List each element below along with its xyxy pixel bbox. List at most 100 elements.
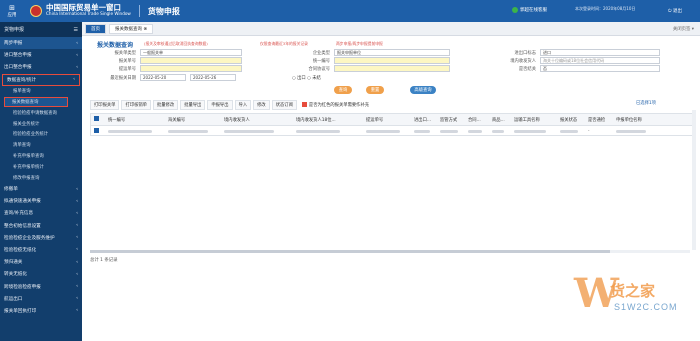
query-form: 报关数据查询 (报关及审核通过后取消回执查询数据) 仅限查询最近3年的报关记录 …: [90, 40, 695, 96]
brand-subtitle: China International Trade Single Window: [46, 11, 131, 16]
form-hint: (报关及审核通过后取消回执查询数据): [144, 41, 208, 46]
col-header[interactable]: 申报单位名称: [613, 117, 653, 123]
online-service-label: 郭超在线客服: [520, 8, 547, 13]
sidebar-item-data-query[interactable]: 数据查询/统计 ‹: [2, 73, 80, 86]
col-header[interactable]: 提运单号: [363, 117, 411, 123]
col-header[interactable]: 进出口...: [411, 117, 437, 123]
sidebar-item[interactable]: 查询/补充信息 ‹: [0, 207, 82, 219]
sidebar-subitem[interactable]: 修改申报查询: [0, 172, 82, 183]
print-verify-button[interactable]: 打印核销单: [121, 99, 151, 110]
col-header[interactable]: 商品...: [489, 117, 511, 123]
chevron-down-icon: ‹: [73, 77, 75, 83]
advanced-query-button[interactable]: 高级查询: [410, 86, 436, 94]
unified-input[interactable]: [334, 57, 450, 64]
sidebar-item[interactable]: 检验检疫无纸化 ‹: [0, 244, 82, 256]
decl-no-input[interactable]: [140, 57, 242, 64]
sidebar-subitem-customs-data-query[interactable]: 报关数据查询: [4, 96, 68, 108]
query-button[interactable]: 查询: [334, 86, 352, 94]
cell-status: [557, 128, 585, 133]
logout-button[interactable]: ⏻ 退出: [668, 8, 682, 14]
sidebar-item[interactable]: 航运出口 ‹: [0, 293, 82, 305]
close-tabs-button[interactable]: 关闭页签 ▾: [673, 26, 694, 32]
horizontal-scrollbar[interactable]: [90, 250, 690, 253]
tab-customs-data-query[interactable]: 报关数据查询 ⊗: [109, 23, 154, 34]
customs-type-select[interactable]: 一般报关单: [140, 49, 242, 56]
date-to-input[interactable]: 2022-05-26: [190, 74, 236, 81]
ie-select[interactable]: 报关申报单位: [334, 49, 450, 56]
sidebar-subitem[interactable]: 报单查询: [0, 86, 82, 97]
col-header[interactable]: 合同...: [465, 117, 489, 123]
ie-radio-group[interactable]: ○ 出口 ○ 未结: [292, 75, 321, 81]
col-header[interactable]: 是否通检: [585, 117, 613, 123]
two-step-select[interactable]: 否: [540, 65, 660, 72]
vertical-scrollbar[interactable]: [692, 110, 696, 250]
sidebar-subitem[interactable]: 补充申报单查询: [0, 151, 82, 162]
sidebar-item-label: 航运出口: [4, 296, 23, 302]
sidebar-item[interactable]: 整合初始信息设置 ‹: [0, 219, 82, 231]
cert-no-label: 提运单号: [118, 67, 136, 72]
batch-export-button[interactable]: 批量导出: [180, 99, 206, 110]
reset-button[interactable]: 重置: [366, 86, 384, 94]
import-button[interactable]: 导入: [234, 99, 252, 110]
two-step-label: 是否结关: [518, 67, 536, 72]
port-select[interactable]: 进口: [540, 49, 660, 56]
col-header[interactable]: 报关状态: [557, 117, 585, 123]
red-supplement-checkbox[interactable]: 是否为红色的报关单需要作补充: [301, 101, 369, 108]
col-header[interactable]: 运输工具名称: [511, 117, 557, 123]
col-header[interactable]: 海关编号: [165, 117, 221, 123]
print-decl-button[interactable]: 打印报关单: [90, 99, 120, 110]
watermark-cn: 货之家: [610, 282, 656, 300]
sidebar-item[interactable]: 预归通关 ‹: [0, 256, 82, 268]
chevron-left-icon: ‹: [76, 52, 78, 58]
decl-export-button[interactable]: 申报导出: [207, 99, 233, 110]
col-header[interactable]: 监管方式: [437, 117, 465, 123]
cell-domestic: [221, 128, 293, 133]
subscribe-button[interactable]: 状态订阅: [271, 99, 297, 110]
select-all-checkbox[interactable]: [91, 116, 105, 123]
sidebar-item[interactable]: 拟通快速通关申报 ‹: [0, 195, 82, 207]
record-count: 总计 1 条记录: [90, 258, 118, 263]
col-header[interactable]: 境内收发货人18位...: [293, 117, 363, 123]
chevron-left-icon: ‹: [76, 296, 78, 302]
cell-contract: [465, 128, 489, 133]
tab-home[interactable]: 首页: [85, 23, 106, 34]
sidebar-item[interactable]: 跨境检验检疫申报 ‹: [0, 280, 82, 292]
sidebar-subitem[interactable]: 清单查询: [0, 140, 82, 151]
sidebar-subitem[interactable]: 检验检疫申请数据查询: [0, 107, 82, 118]
radio-icon: ○: [292, 76, 296, 81]
scroll-thumb[interactable]: [90, 250, 610, 253]
col-header[interactable]: 境内收发货人: [221, 117, 293, 123]
domestic-input[interactable]: 海关十位编码或18位社会信用代码: [540, 57, 660, 64]
ie-label: 企业类型: [312, 51, 330, 56]
divider: [138, 5, 140, 17]
toolbar: 打印报关单 打印核销单 批量修改 批量导出 申报导出 导入 修改 状态订阅 是否…: [90, 99, 695, 110]
contract-input[interactable]: [334, 65, 450, 72]
date-from-input[interactable]: 2022-05-20: [140, 74, 186, 81]
sidebar-subitem[interactable]: 报关业务统计: [0, 118, 82, 129]
sidebar-item[interactable]: 修撤单 ‹: [0, 183, 82, 195]
sidebar: 货物申报 ☰ 两步申报 ‹ 进口整合申报 ‹ 出口整合申报 ‹ 数据查询/统计 …: [0, 22, 82, 341]
sidebar-subitem[interactable]: 补充申报单统计: [0, 161, 82, 172]
logout-label: 退出: [673, 9, 682, 14]
sidebar-item[interactable]: 转关无纸化 ‹: [0, 268, 82, 280]
sidebar-item-label: 预归通关: [4, 260, 23, 266]
online-service[interactable]: 郭超在线客服: [512, 7, 547, 13]
cell-bill-no: [363, 128, 411, 133]
chevron-left-icon: ‹: [76, 64, 78, 70]
sidebar-item-export[interactable]: 出口整合申报 ‹: [0, 61, 82, 73]
cert-no-input[interactable]: [140, 65, 242, 72]
col-header[interactable]: 统一编号: [105, 117, 165, 123]
edit-button[interactable]: 修改: [253, 99, 270, 110]
table-row[interactable]: -: [90, 126, 695, 136]
sidebar-header[interactable]: 货物申报 ☰: [0, 22, 82, 37]
grid-icon: ⊞: [9, 3, 15, 12]
row-checkbox[interactable]: [91, 127, 105, 134]
radio-export-label: 未结: [312, 76, 321, 81]
sidebar-item-two-step[interactable]: 两步申报 ‹: [0, 37, 82, 50]
app-menu-button[interactable]: ⊞ 应用: [0, 3, 24, 18]
sidebar-item-import[interactable]: 进口整合申报 ‹: [0, 49, 82, 61]
batch-edit-button[interactable]: 批量修改: [152, 99, 179, 110]
sidebar-item[interactable]: 报关单回执打印 ‹: [0, 305, 82, 317]
sidebar-subitem[interactable]: 检验检疫业务统计: [0, 129, 82, 140]
sidebar-item[interactable]: 检验检疫企业及服务维护 ‹: [0, 232, 82, 244]
